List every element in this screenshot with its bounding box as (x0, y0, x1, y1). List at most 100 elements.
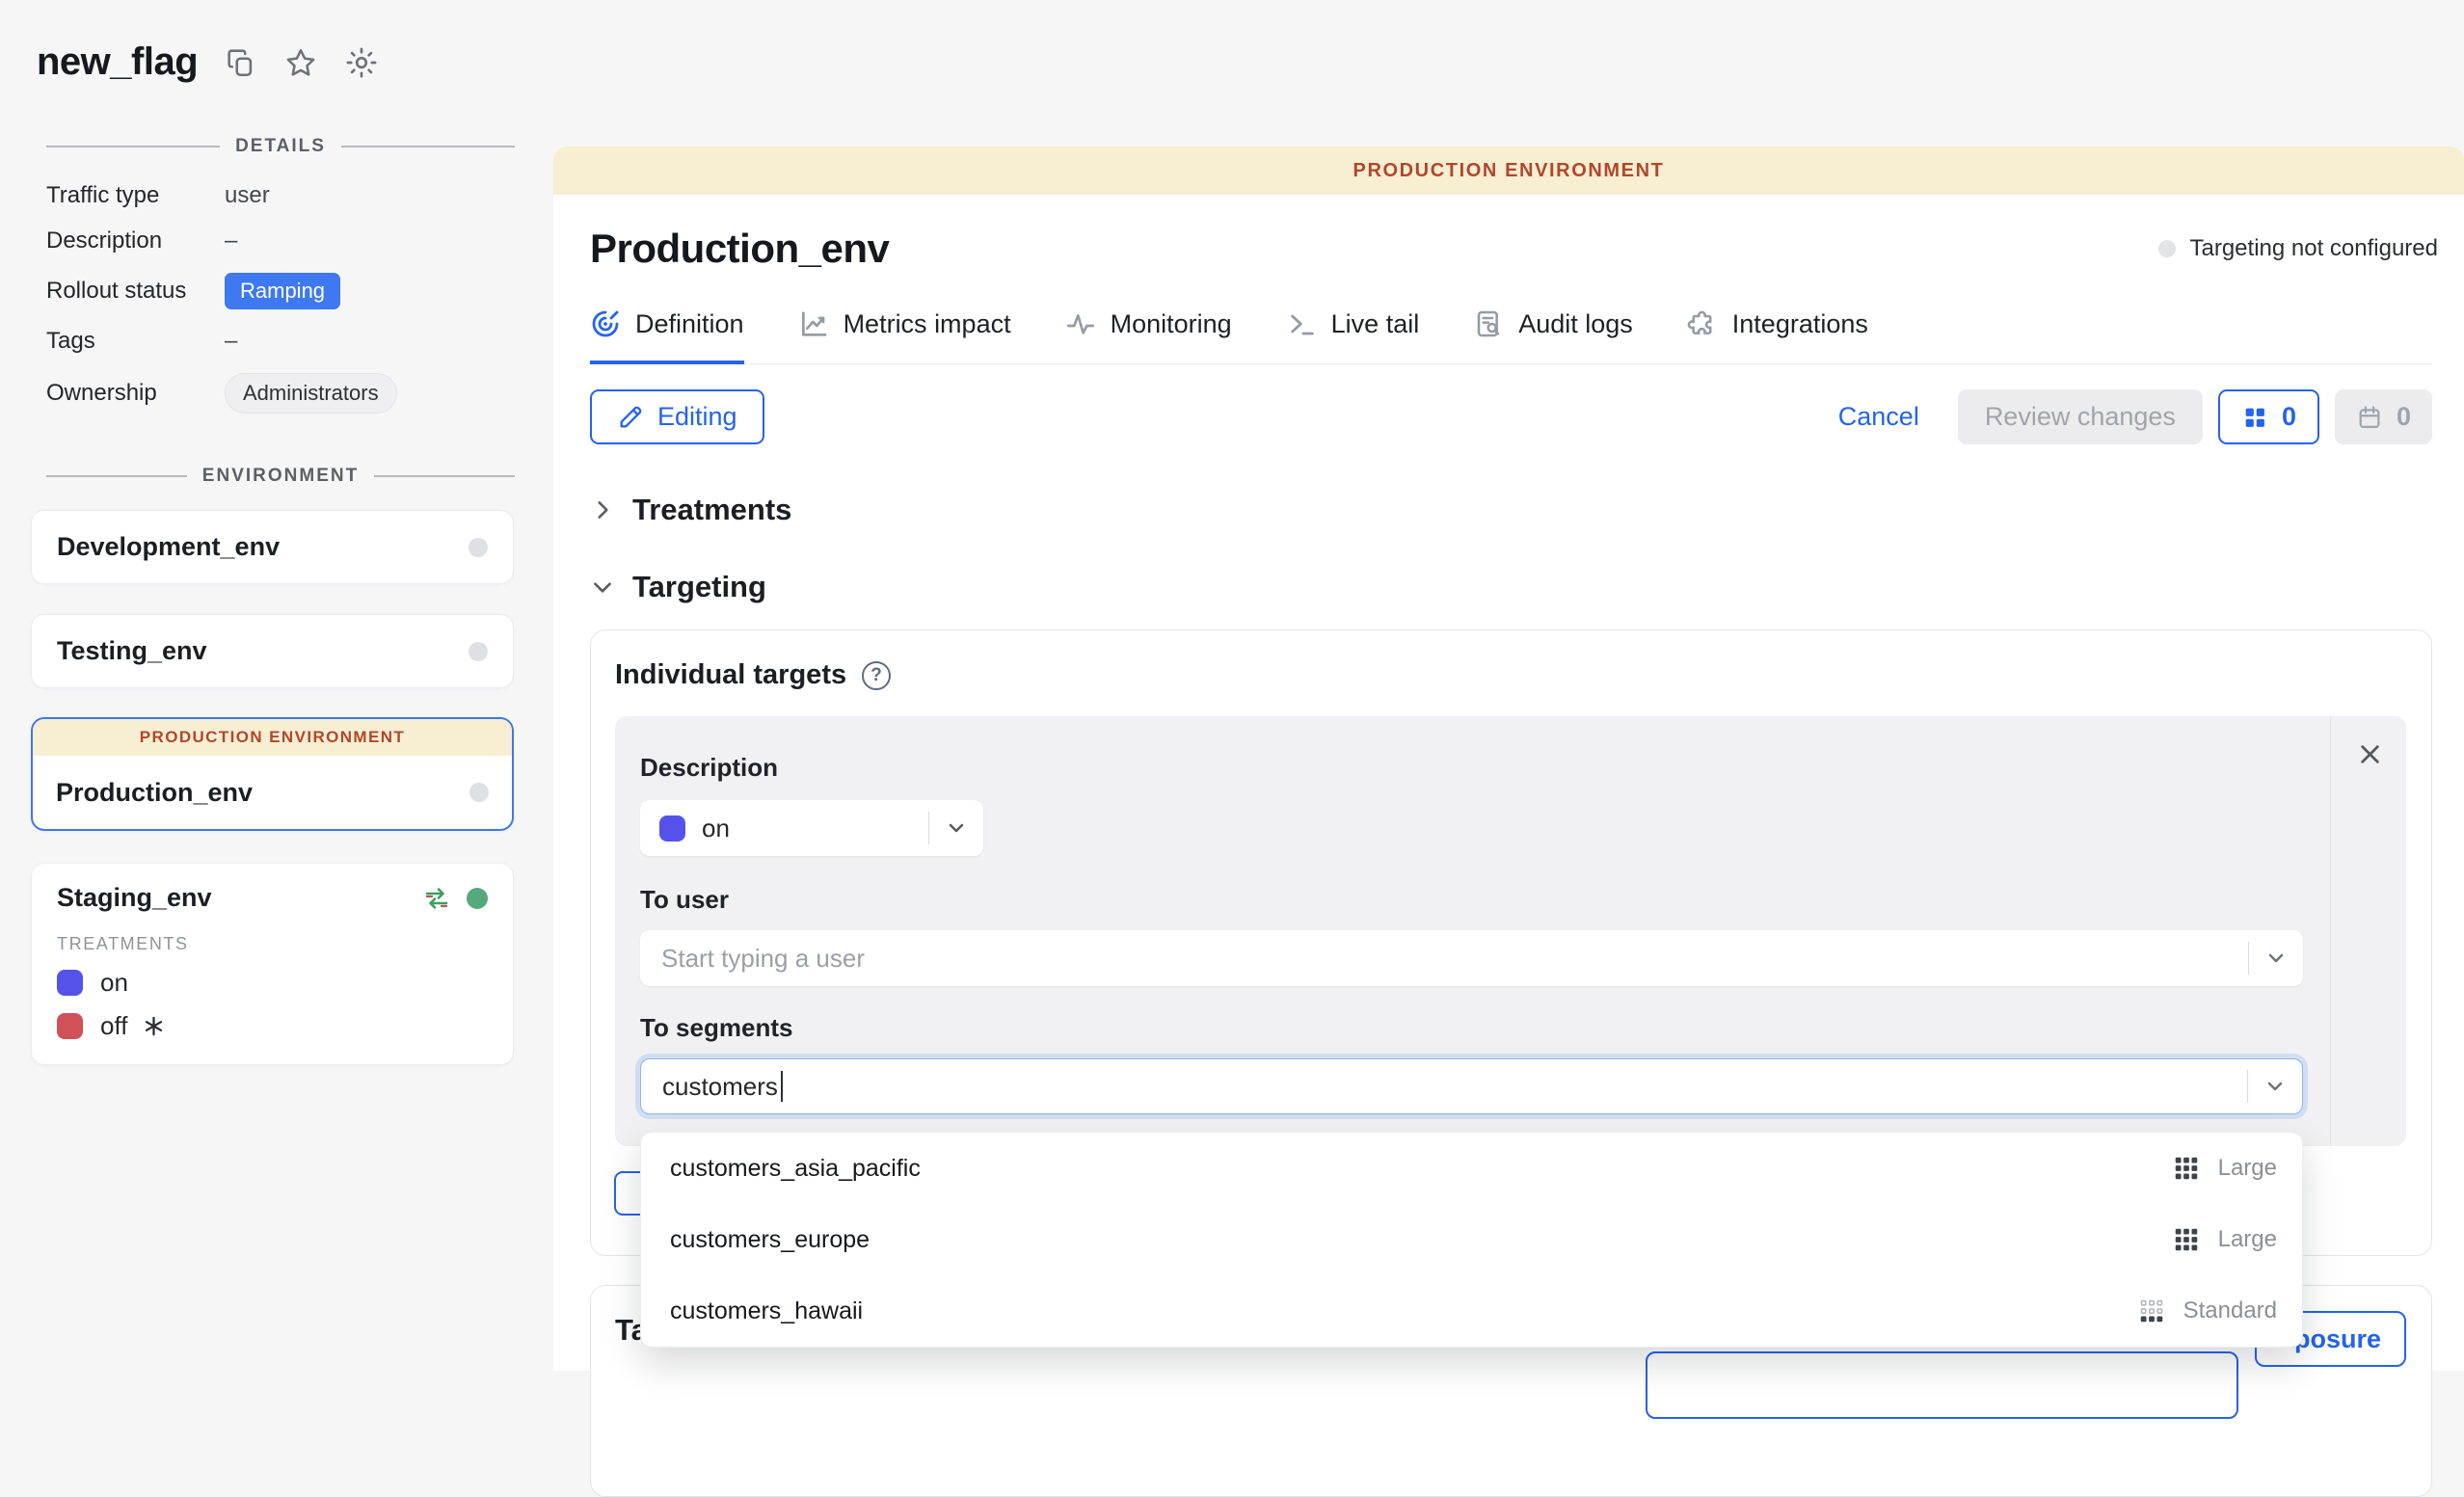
star-icon[interactable] (284, 46, 317, 79)
status-dot-icon (469, 783, 489, 802)
treatment-on-swatch-icon (57, 970, 83, 996)
text-caret (781, 1071, 783, 1102)
tab-live-tail[interactable]: Live tail (1286, 308, 1420, 364)
chevron-down-icon[interactable] (2249, 947, 2303, 970)
tab-monitoring[interactable]: Monitoring (1065, 308, 1232, 364)
treatment-row-on: on (57, 968, 488, 998)
production-environment-banner-main: PRODUCTION ENVIRONMENT (553, 147, 2464, 195)
segment-size-label: Large (2218, 1155, 2277, 1182)
production-environment-banner: PRODUCTION ENVIRONMENT (33, 719, 512, 756)
env-name: Testing_env (57, 636, 207, 666)
rollout-status-cell: Ramping (225, 273, 515, 309)
traffic-type-label: Traffic type (46, 182, 225, 209)
description-label: Description (46, 227, 225, 254)
segment-name: customers_hawaii (670, 1297, 2137, 1325)
environment-heading: ENVIRONMENT (202, 466, 359, 487)
segment-size-label: Standard (2183, 1297, 2277, 1324)
individual-target-card: Description on To user (615, 716, 2406, 1146)
sidebar: new_flag DETAILS Traffic type user Descr… (0, 0, 553, 1371)
definition-icon (590, 308, 621, 339)
individual-targets-header: Individual targets (615, 659, 2431, 691)
tab-definition-label: Definition (635, 309, 744, 339)
staging-icons (422, 884, 488, 913)
review-changes-label: Review changes (1985, 402, 2176, 432)
flag-title: new_flag (37, 40, 198, 84)
toolbar-right: Cancel Review changes 0 0 (1838, 389, 2432, 444)
editing-button-label: Editing (657, 402, 737, 432)
treatment-on-swatch-icon (659, 815, 685, 842)
env-card-production[interactable]: PRODUCTION ENVIRONMENT Production_env (31, 717, 514, 831)
scheduled-changes-count: 0 (2397, 402, 2411, 432)
tags-value: – (225, 328, 515, 355)
treatments-caption: TREATMENTS (57, 934, 488, 954)
treatment-off-swatch-icon (57, 1013, 83, 1039)
targeting-section-label: Targeting (632, 570, 766, 604)
env-card-testing[interactable]: Testing_env (31, 614, 514, 688)
segment-option-hawaii[interactable]: customers_hawaii Standard (641, 1275, 2302, 1347)
pulse-icon (1065, 308, 1096, 339)
review-changes-button[interactable]: Review changes (1958, 389, 2203, 444)
chevron-down-icon (590, 575, 615, 600)
targeting-status-chip: Targeting not configured (2158, 235, 2438, 262)
chevron-right-icon (590, 497, 615, 522)
close-icon[interactable] (2357, 741, 2383, 767)
segment-size: Large (2172, 1225, 2277, 1254)
details-grid: Traffic type user Description – Rollout … (46, 182, 515, 414)
hidden-button-partial[interactable] (1646, 1351, 2238, 1419)
divider (2330, 716, 2331, 1146)
page-title: Production_env (590, 226, 889, 272)
to-segments-value: customers (641, 1071, 2247, 1102)
treatments-section-label: Treatments (632, 493, 791, 527)
to-segments-wrap: customers customers_asia_pacific (640, 1058, 2303, 1114)
transfer-arrows-icon (422, 884, 451, 913)
status-dot-icon (2158, 240, 2176, 257)
rollout-status-label: Rollout status (46, 278, 225, 305)
pending-changes-button[interactable]: 0 (2218, 389, 2319, 444)
gear-icon[interactable] (344, 45, 379, 80)
cancel-link[interactable]: Cancel (1838, 402, 1919, 432)
default-treatment-asterisk-icon (143, 1015, 165, 1037)
to-user-input-box (640, 930, 2303, 986)
description-value: – (225, 227, 515, 254)
flag-header: new_flag (37, 40, 553, 84)
terminal-icon (1286, 308, 1317, 339)
treatments-section-toggle[interactable]: Treatments (590, 493, 2432, 527)
grid-icon (2241, 404, 2268, 431)
scheduled-changes-button[interactable]: 0 (2335, 389, 2432, 444)
help-icon[interactable] (862, 661, 891, 690)
copy-icon[interactable] (225, 46, 257, 79)
tab-integrations-label: Integrations (1732, 309, 1868, 339)
divider (46, 475, 187, 477)
env-card-staging[interactable]: Staging_env TREATMENTS on off (31, 863, 514, 1065)
staging-title-row: Staging_env (57, 883, 488, 913)
ownership-pill[interactable]: Administrators (225, 373, 397, 414)
tab-audit-logs[interactable]: Audit logs (1473, 308, 1633, 364)
treatment-select[interactable]: on (640, 800, 983, 856)
rollout-status-badge[interactable]: Ramping (225, 273, 340, 309)
status-dot-icon (469, 642, 488, 661)
tab-integrations[interactable]: Integrations (1687, 308, 1868, 364)
ownership-cell: Administrators (225, 373, 515, 414)
segment-option-asia-pacific[interactable]: customers_asia_pacific Large (641, 1133, 2302, 1204)
segment-name: customers_europe (670, 1226, 2172, 1254)
chevron-down-icon[interactable] (2248, 1075, 2302, 1098)
editing-button[interactable]: Editing (590, 389, 764, 444)
env-name: Staging_env (57, 883, 212, 913)
tab-metrics-impact[interactable]: Metrics impact (798, 308, 1011, 364)
targeting-section-toggle[interactable]: Targeting (590, 570, 2432, 604)
env-card-development[interactable]: Development_env (31, 510, 514, 584)
env-card-body: Production_env (33, 756, 512, 829)
chevron-down-icon[interactable] (929, 816, 983, 840)
to-segments-input[interactable]: customers (640, 1058, 2303, 1114)
segment-option-europe[interactable]: customers_europe Large (641, 1204, 2302, 1275)
details-heading: DETAILS (235, 136, 326, 157)
metrics-chart-icon (798, 308, 829, 339)
individual-targets-heading: Individual targets (615, 659, 846, 691)
large-segment-grid-icon (2172, 1225, 2201, 1254)
to-user-input[interactable] (640, 930, 2248, 986)
segment-size-label: Large (2218, 1226, 2277, 1253)
treatment-select-value: on (702, 814, 928, 843)
tab-definition[interactable]: Definition (590, 308, 744, 364)
main-panel: PRODUCTION ENVIRONMENT Production_env Ta… (553, 147, 2464, 1371)
treatment-on-label: on (100, 968, 128, 998)
